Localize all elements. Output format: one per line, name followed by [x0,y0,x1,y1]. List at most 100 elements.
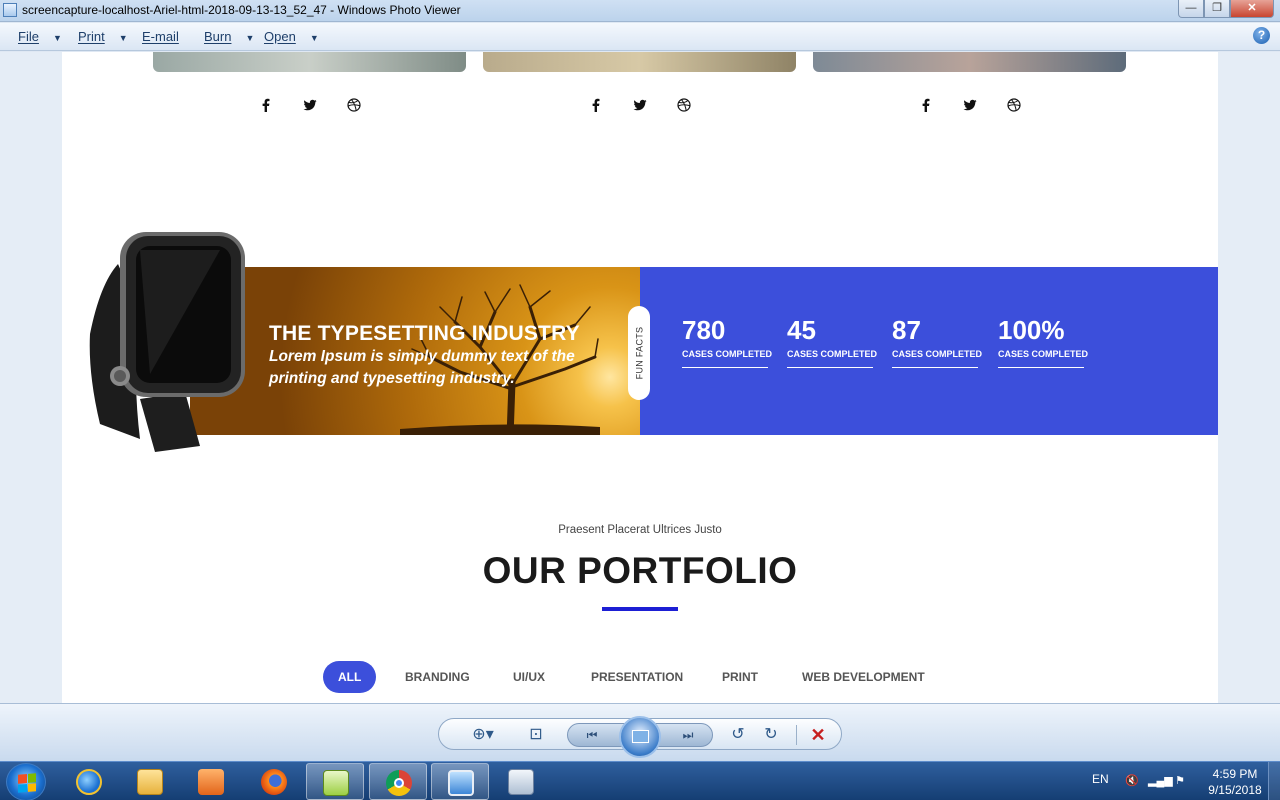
menu-print[interactable]: Print ▼ [78,29,128,44]
stat-number: 100% [998,315,1065,345]
clock-date: 9/15/2018 [1208,783,1262,797]
menu-email[interactable]: E-mail [142,29,179,44]
menu-burn[interactable]: Burn ▼ [204,29,254,44]
language-indicator[interactable]: EN [1092,772,1109,786]
media-player-icon [198,769,224,795]
twitter-icon[interactable] [633,98,647,112]
dribbble-icon[interactable] [676,98,691,112]
menu-file-label: File [18,29,39,44]
fun-facts-tab-label: FUN FACTS [634,326,645,380]
filter-web-development[interactable]: WEB DEVELOPMENT [802,661,925,693]
previous-button[interactable]: ⏮ [572,726,612,744]
file-explorer-taskbar-button[interactable] [121,763,179,800]
menu-file[interactable]: File ▼ [18,29,62,44]
editor-taskbar-button[interactable] [306,763,364,800]
menu-burn-label: Burn [204,29,232,44]
rotate-counterclockwise-icon[interactable]: ↺ [727,725,749,745]
start-button[interactable] [6,763,46,800]
clock-time: 4:59 PM [1212,767,1258,781]
menu-email-label: E-mail [142,29,179,44]
stat-label: CASES COMPLETED [892,349,982,368]
maximize-button[interactable]: ❐ [1204,0,1230,18]
webpage-screenshot: THE TYPESETTING INDUSTRY Lorem Ipsum is … [62,52,1218,703]
stat-item: 45 CASES COMPLETED [787,315,877,368]
facebook-icon[interactable] [919,98,933,112]
portfolio-title: OUR PORTFOLIO [482,550,798,591]
fun-facts-tab: FUN FACTS [628,306,650,400]
show-desktop-button[interactable] [1268,762,1280,800]
facebook-icon[interactable] [589,98,603,112]
stat-number: 87 [892,315,921,345]
filter-all[interactable]: ALL [323,661,377,693]
delete-icon[interactable]: ✕ [807,724,829,746]
calculator-taskbar-button[interactable] [492,763,550,800]
dribbble-icon[interactable] [1006,98,1021,112]
media-player-taskbar-button[interactable] [182,763,240,800]
filter-ui-ux[interactable]: UI/UX [513,661,545,693]
menu-open-label: Open [264,29,296,44]
chevron-down-icon: ▼ [245,33,255,43]
title-underline [602,607,678,611]
stat-number: 45 [787,315,816,345]
window-controls: — ❐ ✕ [1178,0,1274,18]
folder-icon [137,769,163,795]
team-photo [813,52,1126,72]
stat-item: 87 CASES COMPLETED [892,315,982,368]
firefox-taskbar-button[interactable] [245,763,303,800]
calculator-icon [508,769,534,795]
filter-print[interactable]: PRINT [722,661,758,693]
volume-muted-icon[interactable]: 🔇 [1124,774,1140,788]
twitter-icon[interactable] [303,98,317,112]
internet-explorer-icon [76,769,102,795]
team-social-links [813,98,1126,112]
zoom-icon[interactable]: ⊕▾ [467,725,499,745]
action-center-icon[interactable]: ⚑ [1172,774,1188,788]
photo-viewer-app-icon [3,3,17,17]
dribbble-icon[interactable] [346,98,361,112]
chevron-down-icon: ▼ [309,33,319,43]
close-button[interactable]: ✕ [1230,0,1274,18]
team-social-links [483,98,796,112]
fun-facts-title: THE TYPESETTING INDUSTRY [269,322,580,345]
menu-open[interactable]: Open ▼ [264,29,319,44]
stat-label: CASES COMPLETED [787,349,877,368]
next-button[interactable]: ⏭ [668,726,708,744]
system-tray: EN 🔇 ▂▄▆ ⚑ 4:59 PM 9/15/2018 [1080,762,1280,800]
portfolio-kicker: Praesent Placerat Ultrices Justo [558,524,722,536]
firefox-icon [261,769,287,795]
photo-viewer-icon [448,770,474,796]
photo-viewer-taskbar-button[interactable] [431,763,489,800]
stat-number: 780 [682,315,726,345]
menu-bar: File ▼ Print ▼ E-mail Burn ▼ Open ▼ ? [0,23,1280,51]
viewer-controls: ⊕▾ ⊡ ⏮ ⏭ ↺ ↻ ✕ [438,716,842,758]
help-icon[interactable]: ? [1253,27,1270,44]
twitter-icon[interactable] [963,98,977,112]
internet-explorer-taskbar-button[interactable] [60,763,118,800]
stats-panel: 780 CASES COMPLETED 45 CASES COMPLETED 8… [640,267,1218,435]
stat-label: CASES COMPLETED [682,349,772,368]
slideshow-button[interactable] [619,716,661,758]
minimize-button[interactable]: — [1178,0,1204,18]
stat-item: 100% CASES COMPLETED [998,315,1088,368]
menu-print-label: Print [78,29,105,44]
portfolio-filters: ALL BRANDING UI/UX PRESENTATION PRINT WE… [62,661,1218,693]
team-photo [153,52,466,72]
filter-branding[interactable]: BRANDING [405,661,470,693]
image-viewport: THE TYPESETTING INDUSTRY Lorem Ipsum is … [0,52,1280,703]
viewer-control-bar: ⊕▾ ⊡ ⏮ ⏭ ↺ ↻ ✕ [0,703,1280,761]
chrome-taskbar-button[interactable] [369,763,427,800]
signal-icon[interactable]: ▂▄▆ [1148,774,1173,788]
actual-size-icon[interactable]: ⊡ [525,725,547,745]
stat-label: CASES COMPLETED [998,349,1088,368]
stat-item: 780 CASES COMPLETED [682,315,772,368]
team-social-links [153,98,466,112]
chevron-down-icon: ▼ [52,33,62,43]
smartwatch-image [89,232,245,452]
slideshow-icon [632,730,649,743]
rotate-clockwise-icon[interactable]: ↻ [760,725,782,745]
clock[interactable]: 4:59 PM 9/15/2018 [1200,766,1270,798]
separator [796,725,797,745]
facebook-icon[interactable] [259,98,273,112]
filter-presentation[interactable]: PRESENTATION [591,661,683,693]
title-bar: screencapture-localhost-Ariel-html-2018-… [0,0,1280,22]
